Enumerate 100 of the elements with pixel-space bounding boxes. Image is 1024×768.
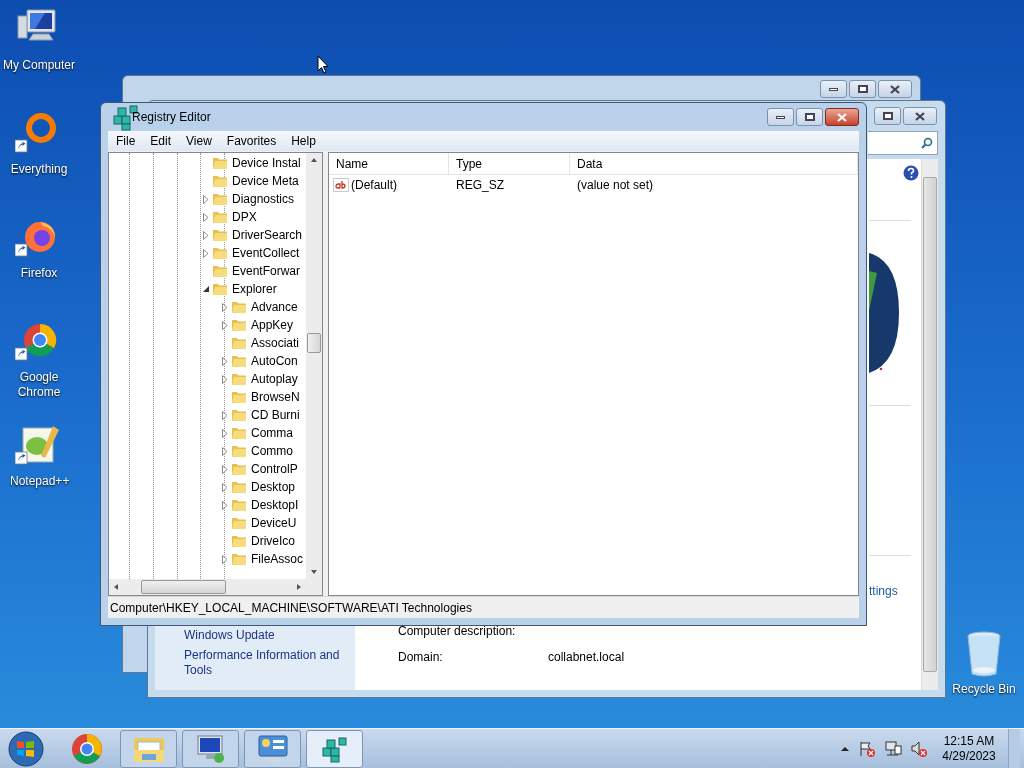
tree-item[interactable]: DriverSearch (232, 226, 303, 244)
folder-icon (231, 318, 247, 332)
close-button[interactable] (825, 108, 859, 126)
field-value: collabnet.local (548, 649, 625, 666)
column-header[interactable]: Data (570, 153, 858, 174)
tree-item[interactable]: DriveIco (251, 532, 295, 550)
tree-item[interactable]: CD Burni (251, 406, 300, 424)
tree-item[interactable]: AppKey (251, 316, 294, 334)
tree-item[interactable]: Advance (251, 298, 298, 316)
expanded-arrow-icon[interactable] (202, 285, 210, 293)
network-icon[interactable] (884, 739, 902, 758)
maximize-button[interactable] (849, 80, 876, 98)
tree-item[interactable]: DesktopI (251, 496, 299, 514)
folder-icon (212, 282, 228, 296)
minimize-button[interactable] (820, 80, 847, 98)
taskbar-button[interactable] (182, 729, 239, 768)
folder-icon (212, 174, 228, 188)
menu-item[interactable]: Help (284, 132, 323, 150)
value-name[interactable]: (Default) (351, 176, 397, 194)
tree-item[interactable]: Diagnostics (232, 190, 295, 208)
muted-speaker-icon[interactable] (910, 739, 928, 758)
maximize-button[interactable] (874, 107, 901, 125)
tree-item[interactable]: Commo (251, 442, 293, 460)
search-icon (921, 137, 933, 149)
sidebar-link[interactable]: Performance Information and Tools (184, 648, 349, 678)
tree-item[interactable]: Explorer (232, 280, 277, 298)
cursor-icon (317, 55, 329, 74)
folder-icon (231, 390, 247, 404)
folder-icon (212, 228, 228, 242)
tree-item[interactable]: EventForwar (232, 262, 301, 280)
taskbar-button[interactable] (120, 729, 177, 768)
folder-icon (212, 192, 228, 206)
recycle-bin-icon (966, 630, 1002, 678)
scroll-thumb[interactable] (923, 177, 937, 672)
clock[interactable]: 12:15 AM 4/29/2023 (938, 733, 1000, 764)
scrollbar[interactable] (921, 159, 938, 690)
scrollbar[interactable] (109, 579, 322, 595)
desktop-icon-label[interactable]: My Computer (3, 58, 75, 73)
tree-item[interactable]: BrowseN (251, 388, 300, 406)
tree-item[interactable]: Desktop (251, 478, 296, 496)
tree-item[interactable]: Device Meta (232, 172, 299, 190)
sidebar-link[interactable]: Windows Update (184, 626, 275, 644)
close-icon (890, 84, 900, 94)
tree-item[interactable]: FileAssoc (251, 550, 303, 568)
tree-item[interactable]: ControlP (251, 460, 298, 478)
folder-icon (231, 300, 247, 314)
folder-icon (212, 156, 228, 170)
close-button[interactable] (903, 107, 937, 125)
search-field[interactable] (868, 131, 938, 155)
folder-icon (231, 426, 247, 440)
folder-icon (231, 516, 247, 530)
close-button[interactable] (878, 80, 912, 98)
desktop-icon-label[interactable]: Firefox (20, 266, 58, 281)
column-header[interactable]: Name (329, 153, 449, 174)
show-hidden-icons-button[interactable] (840, 744, 850, 753)
desktop-icon-label[interactable]: Google Chrome (10, 370, 68, 400)
folder-icon (231, 462, 247, 476)
minimize-button[interactable] (767, 108, 794, 126)
desktop-icon-label[interactable]: Recycle Bin (952, 680, 1016, 698)
settings-link[interactable]: ttings (869, 582, 898, 600)
folder-icon (231, 408, 247, 422)
status-bar: Computer\HKEY_LOCAL_MACHINE\SOFTWARE\ATI Technologies (108, 596, 859, 618)
field-label: Domain: (398, 649, 444, 666)
flag-warning-icon[interactable] (858, 739, 876, 758)
folder-icon (231, 354, 247, 368)
value-data: (value not set) (576, 177, 654, 194)
desktop-icon-label[interactable]: Everything (10, 162, 68, 177)
scrollbar[interactable] (306, 153, 322, 579)
tree-item[interactable]: Comma (251, 424, 293, 442)
folder-icon (212, 264, 228, 278)
show-desktop-button[interactable] (1008, 728, 1020, 768)
tree-item[interactable]: AutoCon (251, 352, 298, 370)
help-icon[interactable] (903, 165, 919, 181)
start-button[interactable] (6, 729, 46, 768)
column-header[interactable]: Type (449, 153, 570, 174)
menu-item[interactable]: File (109, 132, 143, 150)
folder-icon (231, 552, 247, 566)
close-icon (837, 112, 847, 122)
menu-item[interactable]: Edit (143, 132, 179, 150)
tree-item[interactable]: DPX (232, 208, 257, 226)
tree-item[interactable]: Associati (251, 334, 300, 352)
tree-item[interactable]: EventCollect (232, 244, 300, 262)
menu-item[interactable]: Favorites (219, 132, 284, 150)
menu-item[interactable]: View (179, 132, 219, 150)
taskbar-button[interactable] (306, 729, 363, 768)
tree-item[interactable]: Device Instal (232, 154, 301, 172)
scroll-thumb[interactable] (141, 580, 226, 594)
field-label: Computer description: (398, 623, 517, 640)
tree-item[interactable]: DeviceU (251, 514, 297, 532)
taskbar-button[interactable] (244, 729, 301, 768)
folder-icon (231, 372, 247, 386)
clock-time: 12:15 AM (943, 733, 995, 749)
control-panel-icon (256, 733, 289, 764)
collapsed-arrow-icon[interactable] (222, 554, 228, 564)
monitor-icon (194, 733, 227, 764)
desktop-icon-label[interactable]: Notepad++ (10, 474, 68, 489)
scroll-thumb[interactable] (307, 333, 321, 353)
folder-icon (231, 444, 247, 458)
maximize-button[interactable] (796, 108, 823, 126)
tree-item[interactable]: Autoplay (251, 370, 298, 388)
